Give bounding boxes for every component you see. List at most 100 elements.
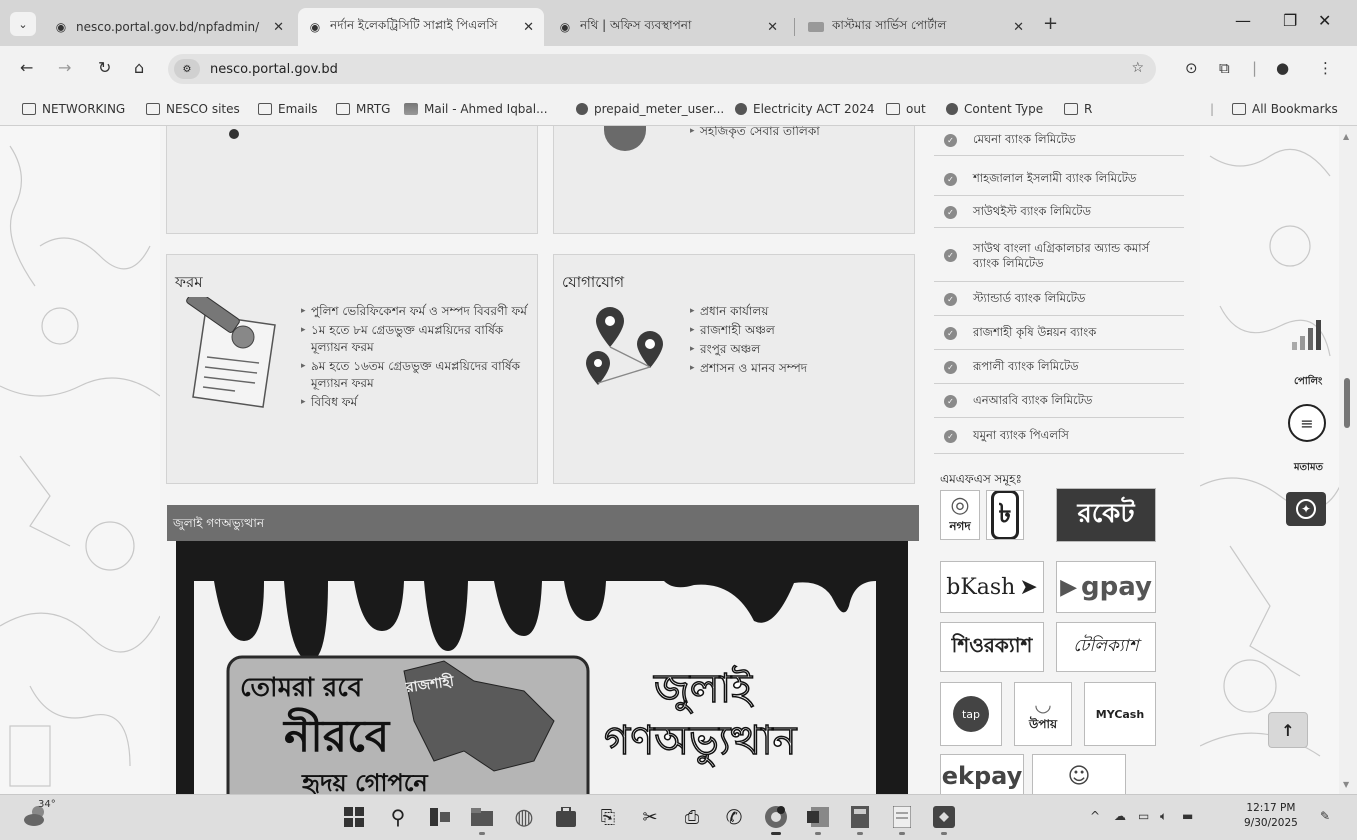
system-clock[interactable]: 12:17 PM 9/30/2025 [1244,801,1298,831]
back-to-top-button[interactable]: ↑ [1268,712,1308,748]
scroll-up-icon[interactable]: ▲ [1343,132,1349,141]
bookmark-prepaid[interactable]: prepaid_meter_user... [576,102,724,116]
menu-kebab-icon[interactable]: ⋮ [1318,59,1333,77]
accessibility-button[interactable]: ✦ [1286,492,1326,526]
close-icon[interactable]: ✕ [523,20,534,35]
mfs-logo-upay[interactable]: ◡ উপায় [1014,682,1072,746]
contact-link[interactable]: প্রশাসন ও মানব সম্পদ [690,360,900,377]
browser-tab-1[interactable]: ◉ nesco.portal.gov.bd/npfadmin/ ✕ [44,8,294,46]
extension-icon[interactable]: ⊙ [1185,59,1198,77]
form-link[interactable]: ৯ম হতে ১৬তম গ্রেডভুক্ত এমপ্লয়িদের বার্ষ… [301,358,527,392]
mfs-logo-bkash[interactable]: bKash ➤ [940,561,1044,613]
bookmark-star-icon[interactable]: ☆ [1131,60,1144,76]
url-text[interactable]: nesco.portal.gov.bd [210,62,338,77]
close-icon[interactable]: ✕ [1013,20,1024,35]
july-uprising-banner[interactable]: তোমরা রবে নীরবে হৃদয় গোপনে রাজশাহী জুলা… [176,541,908,794]
feedback-label[interactable]: মতামত [1294,460,1323,477]
bookmark-r[interactable]: R [1064,102,1092,116]
chrome-icon[interactable] [764,805,788,835]
snipping-icon[interactable]: ✂ [638,805,662,829]
mfs-logo-tap[interactable]: tap [940,682,1002,746]
bookmark-mrtg[interactable]: MRTG [336,102,390,116]
notepad-icon[interactable] [890,805,914,835]
bookmark-mail[interactable]: Mail - Ahmed Iqbal... [404,102,548,116]
extensions-puzzle-icon[interactable]: ⧉ [1219,59,1230,77]
bank-list-item[interactable]: ✓ সাউথ বাংলা এগ্রিকালচার অ্যান্ড কমার্স ব… [934,230,1184,282]
edge-icon[interactable]: ◍ [512,805,536,830]
address-bar[interactable]: ⚙ nesco.portal.gov.bd ☆ [168,54,1156,84]
network-app-icon[interactable]: ⎘ [596,805,620,829]
mfs-logo-telecash[interactable]: টেলিক্যাশ [1056,622,1156,672]
bank-list-item[interactable]: ✓ মেঘনা ব্যাংক লিমিটেড [934,126,1184,156]
notification-icon[interactable]: ✎ [1320,809,1330,823]
mfs-logo-partial[interactable]: ☺ [1032,754,1126,794]
bookmark-content-type[interactable]: Content Type [946,102,1043,116]
volume-icon[interactable]: 🔈︎ [1160,809,1167,824]
close-window-icon[interactable]: ✕ [1318,11,1331,30]
service-link[interactable]: সহজিকৃত সেবার তালিকা [690,126,820,140]
home-icon[interactable]: ⌂ [134,58,144,77]
battery-icon[interactable]: ▬ [1182,809,1193,823]
cloud-icon[interactable]: ☁ [1114,809,1126,823]
browser-tab-4[interactable]: কাস্টমার সার্ভিস পোর্টাল ✕ [798,8,1034,46]
file-explorer-icon[interactable] [470,805,494,835]
whatsapp-icon[interactable]: ✆ [722,805,746,829]
bank-list-item[interactable]: ✓ স্ট্যান্ডার্ড ব্যাংক লিমিটেড [934,284,1184,316]
chevron-up-icon[interactable]: ^ [1090,809,1100,823]
app-icon[interactable]: ⎙ [680,805,704,829]
form-link[interactable]: পুলিশ ভেরিফিকেশন ফর্ম ও সম্পদ বিবরণী ফর্… [301,303,527,320]
forward-icon[interactable]: → [58,58,71,77]
bank-list-item[interactable]: ✓ সাউথইস্ট ব্যাংক লিমিটেড [934,198,1184,228]
close-icon[interactable]: ✕ [273,20,284,35]
feedback-chat-icon[interactable]: ≡ [1288,404,1326,442]
profile-avatar-icon[interactable]: ● [1276,59,1289,77]
bank-list-item[interactable]: ✓ রূপালী ব্যাংক লিমিটেড [934,352,1184,384]
bank-list-item[interactable]: ✓ যমুনা ব্যাংক পিএলসি [934,420,1184,454]
weather-temperature[interactable]: 34° [38,799,56,810]
bank-list-item[interactable]: ✓ রাজশাহী কৃষি উন্নয়ন ব্যাংক [934,318,1184,350]
mfs-logo-surecash[interactable]: শিওরক্যাশ [940,622,1044,672]
start-windows-icon[interactable] [342,805,366,829]
bookmark-nesco-sites[interactable]: NESCO sites [146,102,240,116]
display-icon[interactable]: ▭ [1138,809,1149,823]
bookmark-out[interactable]: out [886,102,926,116]
reload-icon[interactable]: ↻ [98,58,111,77]
bookmark-emails[interactable]: Emails [258,102,318,116]
store-icon[interactable] [554,805,578,829]
tab-search-button[interactable]: ⌄ [10,12,36,36]
mfs-logo-gpay[interactable]: ▶ gpay [1056,561,1156,613]
calculator-icon[interactable] [848,805,872,835]
mfs-logo-taka[interactable]: ৳ [986,490,1024,540]
bookmark-electricity-act[interactable]: Electricity ACT 2024 [735,102,874,116]
bookmark-networking[interactable]: NETWORKING [22,102,125,116]
restore-icon[interactable]: ❐ [1283,11,1297,30]
task-view-icon[interactable] [428,805,452,829]
form-link[interactable]: বিবিধ ফর্ম [301,394,527,411]
mfs-logo-ekpay[interactable]: ekpay [940,754,1024,794]
remote-app-icon[interactable] [932,805,956,835]
back-icon[interactable]: ← [20,58,33,77]
site-info-icon[interactable]: ⚙ [174,59,200,79]
bank-list-item[interactable]: ✓ এনআরবি ব্যাংক লিমিটেড [934,386,1184,418]
all-bookmarks[interactable]: All Bookmarks [1232,102,1338,116]
bank-list-item[interactable]: ✓ শাহজালাল ইসলামী ব্যাংক লিমিটেড [934,164,1184,196]
scroll-down-icon[interactable]: ▼ [1343,780,1349,789]
poll-widget[interactable] [1284,318,1324,354]
mfs-logo-mycash[interactable]: MYCash [1084,682,1156,746]
search-icon[interactable]: ⚲ [386,805,410,829]
new-tab-button[interactable]: + [1043,13,1058,34]
form-link[interactable]: ১ম হতে ৮ম গ্রেডভুক্ত এমপ্লয়িদের বার্ষিক… [301,322,527,356]
browser-tab-2[interactable]: ◉ নর্দান ইলেকট্রিসিটি সাপ্লাই পিএলসি ✕ [298,8,544,46]
scrollbar-thumb[interactable] [1344,378,1350,428]
word-icon[interactable] [806,805,830,835]
contact-link[interactable]: রাজশাহী অঞ্চল [690,322,900,339]
mfs-logo-nagad[interactable]: ◎ নগদ [940,490,980,540]
contact-link[interactable]: প্রধান কার্যালয় [690,303,900,320]
browser-tab-3[interactable]: ◉ নথি | অফিস ব্যবস্থাপনা ✕ [548,8,788,46]
close-icon[interactable]: ✕ [767,20,778,35]
page-scrollbar[interactable]: ▲ ▼ [1339,126,1357,794]
poll-label[interactable]: পোলিং [1294,374,1322,391]
minimize-icon[interactable]: — [1235,11,1251,30]
mfs-logo-rocket[interactable]: রকেট [1056,488,1156,542]
contact-link[interactable]: রংপুর অঞ্চল [690,341,900,358]
